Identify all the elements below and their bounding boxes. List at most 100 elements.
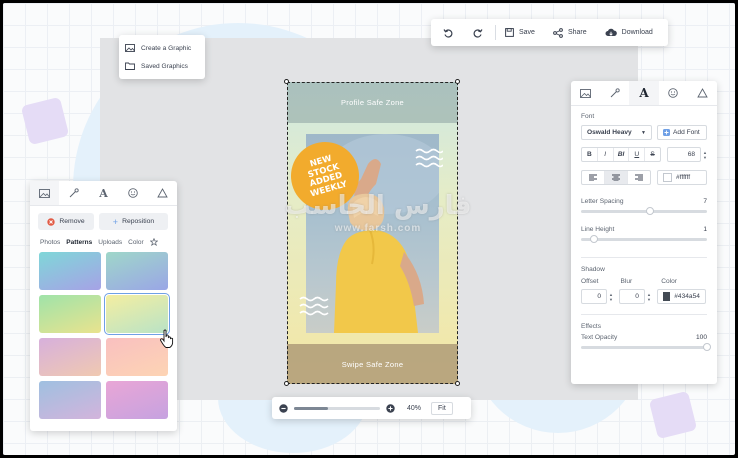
resize-handle[interactable]	[284, 381, 289, 386]
subtab-color[interactable]: Color	[128, 239, 144, 246]
share-button[interactable]: Share	[544, 19, 596, 46]
reposition-button[interactable]: + Reposition	[99, 213, 168, 230]
section-divider	[581, 257, 707, 258]
save-icon	[505, 28, 514, 37]
text-style-panel: A Font Oswald Heavy ▼ Add Font B I BI U …	[571, 81, 717, 384]
pattern-swatch[interactable]	[104, 293, 170, 335]
resize-handle[interactable]	[455, 79, 460, 84]
zoom-in-icon[interactable]	[386, 403, 395, 413]
star-icon[interactable]	[149, 238, 158, 246]
tab-shapes[interactable]	[688, 81, 717, 105]
image-icon	[580, 88, 592, 98]
image-icon	[125, 44, 135, 52]
align-left-button[interactable]	[582, 171, 605, 184]
shadow-color-label: Color	[661, 278, 677, 285]
align-left-icon	[589, 174, 597, 181]
download-button[interactable]: Download	[596, 19, 662, 46]
line-height-value: 1	[703, 226, 707, 233]
letter-spacing-knob[interactable]	[646, 207, 655, 215]
text-style-buttons: B I BI U S	[581, 147, 661, 162]
save-label: Save	[519, 29, 535, 36]
align-right-icon	[635, 174, 643, 181]
tab-emoji[interactable]	[118, 181, 147, 205]
align-right-button[interactable]	[628, 171, 650, 184]
shadow-controls-row: 0 ▲ ▼ 0 ▲ ▼ #434a54	[581, 289, 707, 304]
saved-graphics-item[interactable]: Saved Graphics	[125, 57, 199, 75]
remove-icon	[47, 217, 56, 226]
subtab-patterns[interactable]: Patterns	[66, 239, 92, 246]
text-opacity-knob[interactable]	[703, 343, 711, 351]
tab-text[interactable]: A	[629, 81, 659, 105]
poster-design[interactable]: NEW STOCK ADDED WEEKLY Profile Safe Zone…	[287, 82, 458, 384]
tab-image[interactable]	[30, 181, 60, 205]
graphic-menu: Create a Graphic Saved Graphics	[119, 35, 205, 79]
pattern-swatch[interactable]	[106, 381, 168, 419]
blur-stepper[interactable]: 0 ▲ ▼	[618, 289, 651, 304]
offset-field[interactable]: 0	[581, 289, 607, 304]
pattern-swatch-grid	[30, 250, 177, 419]
zoom-slider[interactable]	[294, 406, 380, 410]
line-height-slider[interactable]	[581, 235, 707, 243]
add-font-button[interactable]: Add Font	[657, 125, 707, 140]
italic-button[interactable]: I	[598, 148, 614, 161]
stepper-arrows[interactable]: ▲ ▼	[609, 292, 613, 302]
pattern-swatch[interactable]	[106, 252, 168, 290]
underline-button[interactable]: U	[629, 148, 646, 161]
align-center-icon	[612, 174, 620, 181]
stepper-arrows[interactable]: ▲ ▼	[647, 292, 651, 302]
shape-icon	[157, 188, 168, 198]
background-panel: A Remove + Reposition Photos Patterns Up…	[30, 181, 177, 431]
subtab-uploads[interactable]: Uploads	[98, 239, 122, 246]
chevron-down-icon: ▼	[641, 129, 646, 136]
save-button[interactable]: Save	[496, 19, 544, 46]
pattern-swatch[interactable]	[39, 295, 101, 333]
align-center-button[interactable]	[605, 171, 628, 184]
redo-button[interactable]	[463, 19, 495, 46]
resize-handle[interactable]	[455, 381, 460, 386]
undo-button[interactable]	[431, 19, 463, 46]
saved-graphics-label: Saved Graphics	[141, 62, 188, 70]
letter-spacing-slider[interactable]	[581, 207, 707, 215]
remove-button[interactable]: Remove	[38, 213, 94, 230]
font-select[interactable]: Oswald Heavy ▼	[581, 125, 652, 140]
shadow-color-field[interactable]: #434a54	[656, 289, 706, 304]
blur-field[interactable]: 0	[618, 289, 645, 304]
offset-stepper[interactable]: 0 ▲ ▼	[581, 289, 613, 304]
subtab-photos[interactable]: Photos	[40, 239, 60, 246]
tab-text[interactable]: A	[89, 181, 118, 205]
fit-button[interactable]: Fit	[431, 401, 453, 415]
font-select-value: Oswald Heavy	[587, 129, 632, 136]
resize-handle[interactable]	[284, 79, 289, 84]
zoom-out-icon[interactable]	[279, 403, 288, 413]
alignment-buttons	[581, 170, 651, 185]
line-height-knob[interactable]	[589, 235, 598, 243]
font-row: Oswald Heavy ▼ Add Font	[581, 125, 707, 140]
tab-shapes[interactable]	[148, 181, 177, 205]
effects-label: Effects	[581, 323, 602, 330]
pattern-swatch[interactable]	[39, 381, 101, 419]
stepper-arrows[interactable]: ▲ ▼	[703, 150, 707, 160]
create-graphic-item[interactable]: Create a Graphic	[125, 39, 199, 57]
text-opacity-label: Text Opacity	[581, 334, 618, 341]
tab-emoji[interactable]	[659, 81, 688, 105]
pattern-swatch[interactable]	[39, 252, 101, 290]
font-size-stepper[interactable]: 68 ▲ ▼	[667, 147, 707, 162]
bold-italic-button[interactable]: BI	[614, 148, 630, 161]
font-size-field[interactable]: 68	[667, 147, 702, 162]
top-toolbar: Save Share Download	[431, 19, 668, 46]
zoom-bar: 40% Fit	[272, 397, 471, 419]
strikethrough-button[interactable]: S	[645, 148, 660, 161]
wand-icon	[69, 188, 79, 198]
tab-effects[interactable]	[59, 181, 88, 205]
offset-label: Offset	[581, 278, 599, 285]
wand-icon	[610, 88, 620, 98]
plus-icon: +	[112, 216, 119, 227]
tab-effects[interactable]	[600, 81, 629, 105]
share-icon	[553, 27, 563, 38]
text-color-field[interactable]: #ffffff	[657, 170, 707, 185]
offset-value: 0	[597, 293, 601, 300]
tab-image[interactable]	[571, 81, 600, 105]
pattern-swatch[interactable]	[39, 338, 101, 376]
text-opacity-slider[interactable]	[581, 343, 711, 351]
bold-button[interactable]: B	[582, 148, 598, 161]
